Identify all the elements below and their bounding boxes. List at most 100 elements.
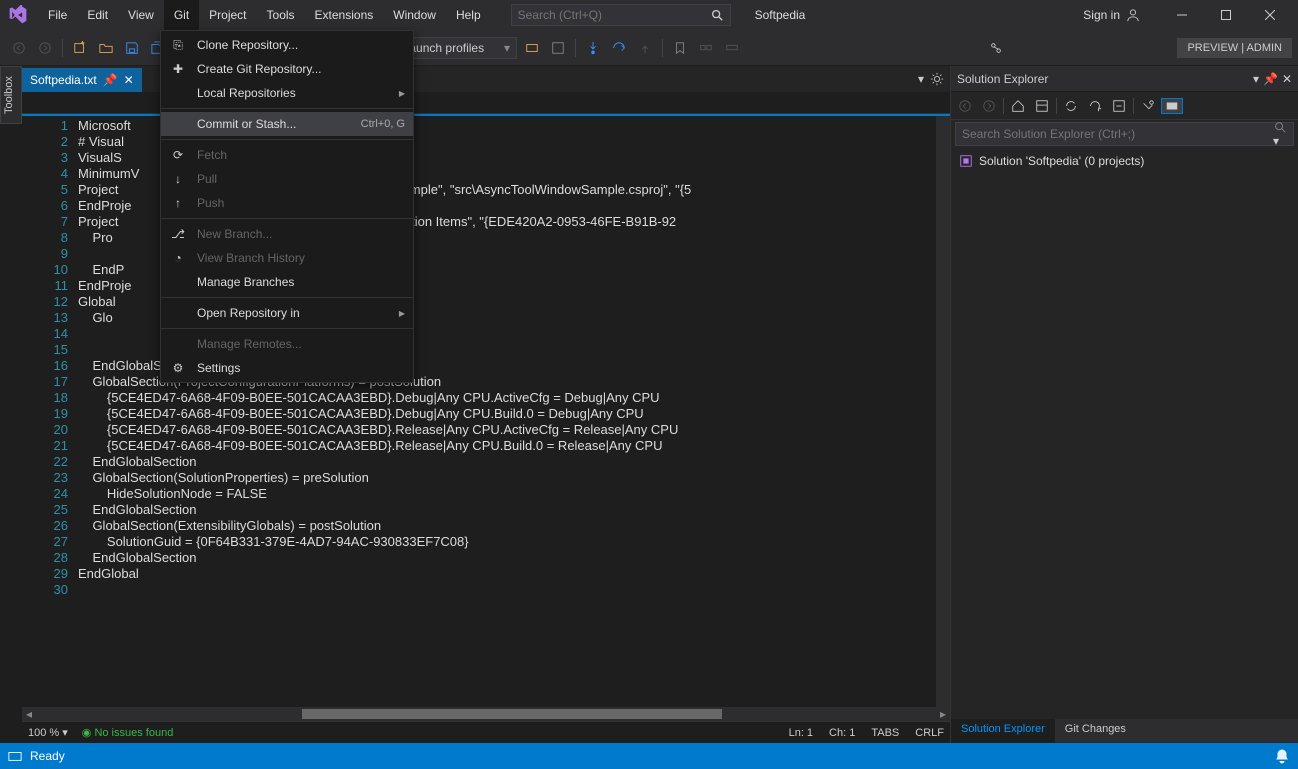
menu-file[interactable]: File <box>38 0 77 30</box>
menu-item-create-git-repository[interactable]: ✚ Create Git Repository... <box>161 57 413 81</box>
step-over-icon[interactable] <box>608 39 630 57</box>
menu-view[interactable]: View <box>118 0 164 30</box>
fwd-icon[interactable] <box>979 99 999 113</box>
menu-item-manage-branches[interactable]: Manage Branches <box>161 270 413 294</box>
solution-explorer-panel: Solution Explorer ▾ 📌 ✕ ▾ <box>950 66 1298 743</box>
dropdown-icon[interactable]: ▾ <box>918 72 924 86</box>
eol-mode[interactable]: CRLF <box>915 727 944 739</box>
window-controls <box>1160 0 1292 30</box>
vs-logo-icon <box>6 3 30 27</box>
new-project-button[interactable] <box>69 39 91 57</box>
menu-item-label: Manage Remotes... <box>197 337 405 351</box>
scroll-left-arrow[interactable]: ◂ <box>22 707 36 721</box>
live-share-icon[interactable] <box>985 39 1007 57</box>
solution-root-item[interactable]: Solution 'Softpedia' (0 projects) <box>957 152 1292 170</box>
app-title: Softpedia <box>755 8 806 22</box>
menu-git[interactable]: Git <box>164 0 199 30</box>
nav-back-button[interactable] <box>8 39 30 57</box>
menu-project[interactable]: Project <box>199 0 256 30</box>
menu-item-label: Push <box>197 196 405 210</box>
back-icon[interactable] <box>955 99 975 113</box>
document-tab-active[interactable]: Softpedia.txt 📌 ✕ <box>22 68 142 92</box>
separator <box>1133 98 1134 114</box>
status-icon <box>8 749 22 763</box>
notifications-icon[interactable] <box>1274 748 1290 764</box>
menu-item-label: View Branch History <box>197 251 405 265</box>
save-button[interactable] <box>121 39 143 57</box>
sync-icon[interactable] <box>1061 99 1081 113</box>
step-out-icon[interactable] <box>634 39 656 57</box>
collapse-icon[interactable] <box>1109 99 1129 113</box>
solution-explorer-title: Solution Explorer <box>957 72 1048 86</box>
preview-admin-button[interactable]: PREVIEW | ADMIN <box>1177 38 1292 58</box>
menu-item-label: Clone Repository... <box>197 38 405 52</box>
toolbox-tab[interactable]: Toolbox <box>0 66 22 124</box>
caret-line: Ln: 1 <box>789 727 813 739</box>
quick-search[interactable] <box>511 4 731 26</box>
separator <box>662 39 663 57</box>
status-text: Ready <box>30 749 65 763</box>
editor-status-strip: 100 % ▾ ◉ No issues found Ln: 1 Ch: 1 TA… <box>22 721 950 743</box>
menu-item-open-repository-in[interactable]: Open Repository in▶ <box>161 301 413 325</box>
toolbar-icon-1[interactable] <box>521 39 543 57</box>
toolbar-icon-3[interactable] <box>695 39 717 57</box>
menu-item-new-branch: ⎇New Branch... <box>161 222 413 246</box>
toolbar-icon-2[interactable] <box>547 39 569 57</box>
pin-panel-icon[interactable]: 📌 <box>1263 72 1278 86</box>
menu-edit[interactable]: Edit <box>77 0 118 30</box>
solution-root-label: Solution 'Softpedia' (0 projects) <box>979 154 1144 168</box>
vertical-scrollbar[interactable] <box>936 116 950 707</box>
quick-search-input[interactable] <box>518 8 710 22</box>
menu-separator <box>161 139 413 140</box>
panel-dropdown-icon[interactable]: ▾ <box>1253 72 1259 86</box>
nav-fwd-button[interactable] <box>34 39 56 57</box>
menu-item-view-branch-history: ◔View Branch History <box>161 246 413 270</box>
scroll-thumb[interactable] <box>302 709 722 719</box>
menu-window[interactable]: Window <box>383 0 446 30</box>
line-number-gutter: 1234567891011121314151617181920212223242… <box>22 116 78 707</box>
refresh-icon[interactable] <box>1085 99 1105 113</box>
toolbar-icon-4[interactable] <box>721 39 743 57</box>
solution-search[interactable]: ▾ <box>955 122 1294 146</box>
close-panel-icon[interactable]: ✕ <box>1282 72 1292 86</box>
zoom-level[interactable]: 100 % ▾ <box>28 726 68 739</box>
open-file-button[interactable] <box>95 39 117 57</box>
switch-views-icon[interactable] <box>1032 99 1052 113</box>
branch-icon: ⎇ <box>169 227 187 241</box>
menu-help[interactable]: Help <box>446 0 491 30</box>
bookmark-icon[interactable] <box>669 39 691 57</box>
menu-item-settings[interactable]: ⚙Settings <box>161 356 413 380</box>
horizontal-scrollbar[interactable]: ◂ ▸ <box>22 707 950 721</box>
scroll-right-arrow[interactable]: ▸ <box>936 707 950 721</box>
sign-in-button[interactable]: Sign in <box>1075 8 1148 22</box>
indent-mode[interactable]: TABS <box>871 727 899 739</box>
title-bar: File Edit View Git Project Tools Extensi… <box>0 0 1298 30</box>
menu-tools[interactable]: Tools <box>257 0 305 30</box>
preview-selected-icon[interactable] <box>1162 99 1182 113</box>
close-tab-icon[interactable]: ✕ <box>124 73 134 87</box>
user-icon <box>1126 8 1140 22</box>
menu-separator <box>161 297 413 298</box>
menu-bar: File Edit View Git Project Tools Extensi… <box>38 0 491 30</box>
tab-solution-explorer[interactable]: Solution Explorer <box>951 719 1055 743</box>
solution-tree[interactable]: Solution 'Softpedia' (0 projects) <box>951 148 1298 719</box>
submenu-arrow-icon: ▶ <box>399 309 405 318</box>
fetch-icon: ⟳ <box>169 148 187 162</box>
menu-extensions[interactable]: Extensions <box>305 0 384 30</box>
no-issues-badge[interactable]: ◉ No issues found <box>82 726 174 739</box>
menu-item-label: Create Git Repository... <box>197 62 405 76</box>
maximize-button[interactable] <box>1204 0 1248 30</box>
minimize-button[interactable] <box>1160 0 1204 30</box>
gear-icon[interactable] <box>930 72 944 86</box>
menu-item-clone-repository[interactable]: ⎘Clone Repository... <box>161 33 413 57</box>
step-into-icon[interactable] <box>582 39 604 57</box>
properties-icon[interactable] <box>1138 99 1158 113</box>
pin-icon[interactable]: 📌 <box>103 73 118 87</box>
solution-search-input[interactable] <box>962 127 1273 141</box>
menu-item-local-repositories[interactable]: Local Repositories▶ <box>161 81 413 105</box>
tab-git-changes[interactable]: Git Changes <box>1055 719 1136 743</box>
close-button[interactable] <box>1248 0 1292 30</box>
create-icon: ✚ <box>169 62 187 76</box>
menu-item-commit-or-stash[interactable]: Commit or Stash...Ctrl+0, G <box>161 112 413 136</box>
home-icon[interactable] <box>1008 99 1028 113</box>
